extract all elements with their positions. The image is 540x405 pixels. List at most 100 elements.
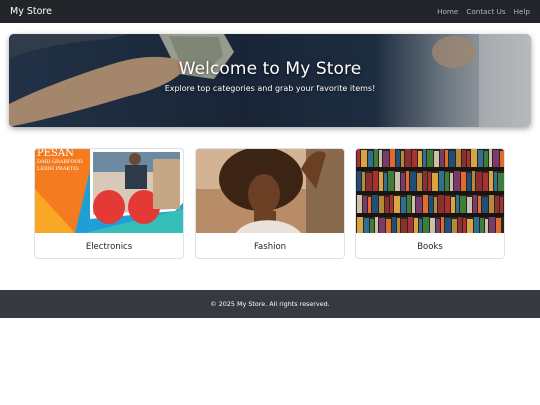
book-spine [418,151,422,167]
books-image [356,149,504,233]
book-spine [423,171,427,191]
electronics-image-text-1: PESAN [37,149,74,159]
book-spine [467,151,470,167]
book-spine [368,151,373,167]
book-spine [452,219,457,233]
book-spine [489,149,492,167]
book-spine [401,151,404,167]
book-spine [500,197,503,213]
book-spine [471,149,477,167]
book-spine [451,197,455,213]
book-spine [407,195,411,213]
electronics-image-text-3: LEBIH PRAKTIS [37,166,79,172]
book-spine [438,195,444,213]
book-spine [401,219,407,233]
book-spine [379,150,382,167]
book-spine [467,173,471,191]
book-spine [454,171,460,191]
category-label-fashion: Fashion [253,241,287,252]
book-spine [423,217,429,233]
book-spine [373,171,378,191]
book-spine [423,149,426,167]
book-spine [493,150,499,167]
book-spine [412,150,417,167]
book-spine [366,173,372,191]
book-spine [436,219,440,233]
book-spine [363,196,367,213]
book-spine [379,172,383,191]
navbar: My Store Home Contact Us Help [0,0,540,23]
book-spine [385,197,389,213]
book-spine [417,173,422,191]
book-spine [392,217,396,233]
hero-title: Welcome to My Store [178,59,362,79]
book-spine [383,151,389,167]
book-spine [357,149,360,167]
book-spine [390,195,393,213]
nav-link-home[interactable]: Home [437,7,458,16]
category-label-electronics: Electronics [85,241,133,252]
nav-link-help[interactable]: Help [514,7,530,16]
book-spine [445,172,449,191]
book-spine [476,172,482,191]
book-spine [498,173,504,191]
fashion-image [196,149,344,233]
book-spine [478,150,483,167]
electronics-image: PESAN DARI GRABFOOD LEBIH PRAKTIS [35,149,183,233]
category-label-books: Books [417,241,443,252]
book-spine [439,171,444,191]
book-spine [473,195,477,213]
book-spine [445,196,450,213]
book-spine [467,219,473,233]
nav-link-contact-us[interactable]: Contact Us [466,7,505,16]
book-spine [397,218,400,233]
book-spine [489,217,495,233]
electronics-image-text-2: DARI GRABFOOD [37,159,83,165]
hero-banner: Welcome to My Store Explore top categori… [9,34,531,127]
category-card-electronics[interactable]: PESAN DARI GRABFOOD LEBIH PRAKTIS Electr… [34,148,184,259]
book-spine [467,197,472,213]
book-spine [462,150,466,167]
book-spine [416,197,422,213]
book-spine [495,196,499,213]
book-spine [489,171,493,191]
book-spine [463,218,466,233]
book-spine [370,219,374,233]
book-spine [440,149,444,167]
book-spine [483,173,488,191]
book-spine [368,197,371,213]
book-spine [408,217,413,233]
category-card-books[interactable]: Books [355,148,505,259]
nav-links: Home Contact Us Help [437,7,530,16]
book-spine [395,172,400,191]
book-spine [357,171,361,191]
book-spine [480,218,484,233]
book-spine [375,217,378,233]
book-spine [434,151,439,167]
book-spine [478,196,481,213]
book-spine [500,151,504,167]
book-spine [432,173,438,191]
hero-overlay [9,34,531,127]
book-spine [430,218,435,233]
book-spine [482,197,488,213]
book-spine [372,195,378,213]
book-spine [374,149,378,167]
book-spine [394,196,400,213]
brand-link[interactable]: My Store [10,6,52,17]
book-spine [412,196,415,213]
book-spine [450,173,453,191]
book-spine [410,172,416,191]
category-card-fashion[interactable]: Fashion [195,148,345,259]
book-spine [396,150,400,167]
book-spine [390,149,395,167]
book-spine [429,196,433,213]
book-spine [474,217,479,233]
book-spine [357,217,363,233]
book-spine [379,218,385,233]
book-spine [456,195,459,213]
book-spine [494,172,497,191]
book-spine [362,172,365,191]
book-spine [386,219,391,233]
book-spine [449,151,455,167]
